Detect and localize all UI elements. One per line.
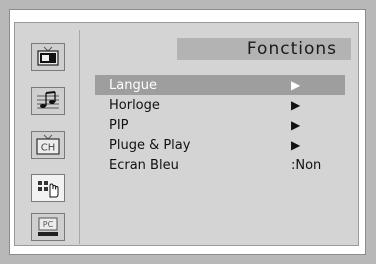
menu-item-ecran-bleu[interactable]: Ecran Bleu :Non bbox=[95, 155, 345, 175]
pc-icon[interactable]: PC bbox=[31, 213, 65, 241]
submenu-arrow-icon: ▶ bbox=[291, 78, 301, 92]
menu-title-text: Fonctions bbox=[246, 39, 337, 59]
menu-item-label: PIP bbox=[109, 117, 129, 133]
menu-item-label: Horloge bbox=[109, 97, 160, 113]
category-sidebar: CH PC bbox=[22, 30, 80, 244]
menu-item-label: Ecran Bleu bbox=[109, 157, 179, 173]
menu-item-value: :Non bbox=[291, 157, 322, 173]
submenu-arrow-icon: ▶ bbox=[291, 118, 301, 132]
setup-hand-icon[interactable] bbox=[31, 174, 65, 202]
menu-item-pip[interactable]: PIP ▶ bbox=[95, 115, 345, 135]
menu-item-plug-and-play[interactable]: Pluge & Play ▶ bbox=[95, 135, 345, 155]
tv-picture-icon[interactable] bbox=[31, 43, 65, 71]
menu-item-langue[interactable]: Langue ▶ bbox=[95, 75, 345, 95]
channel-icon[interactable]: CH bbox=[31, 131, 65, 159]
pc-icon-label: PC bbox=[43, 220, 54, 229]
sound-notes-icon[interactable] bbox=[31, 87, 65, 115]
settings-menu: Langue ▶ Horloge ▶ PIP ▶ Pluge & Play ▶ … bbox=[95, 75, 345, 175]
submenu-arrow-icon: ▶ bbox=[291, 98, 301, 112]
menu-title: Fonctions bbox=[177, 38, 351, 60]
menu-item-label: Pluge & Play bbox=[109, 137, 191, 153]
menu-item-label: Langue bbox=[109, 77, 157, 93]
channel-icon-label: CH bbox=[41, 143, 56, 154]
menu-item-horloge[interactable]: Horloge ▶ bbox=[95, 95, 345, 115]
submenu-arrow-icon: ▶ bbox=[291, 138, 301, 152]
